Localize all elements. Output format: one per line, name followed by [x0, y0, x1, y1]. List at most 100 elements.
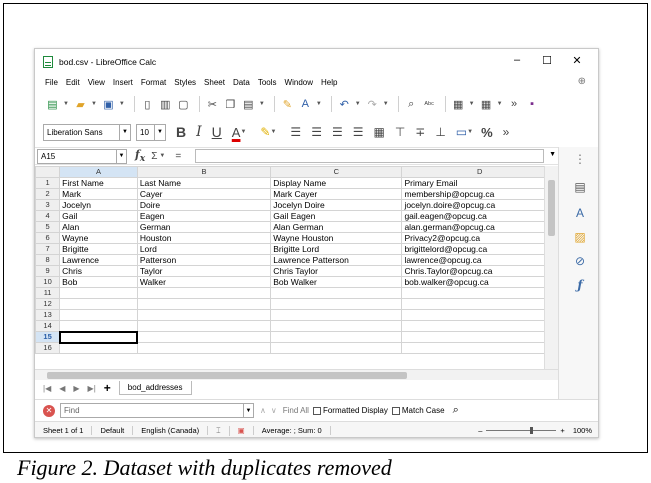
cell-a[interactable]: Brigitte [59, 243, 138, 255]
cell-a[interactable]: Gail [59, 210, 138, 222]
cell-d[interactable]: Chris.Taylor@opcug.ca [401, 265, 558, 277]
cell-b[interactable]: Last Name [136, 177, 272, 189]
chevron-down-icon[interactable]: ▼ [243, 404, 253, 417]
find-previous-icon[interactable]: ∧ [260, 406, 266, 415]
cell-b[interactable]: Lord [136, 243, 272, 255]
row-number[interactable]: 12 [35, 298, 61, 310]
undo-icon[interactable]: ↶ [337, 97, 352, 112]
zoom-in-button[interactable]: + [560, 426, 564, 435]
cell-c[interactable] [270, 309, 403, 321]
zoom-out-button[interactable]: – [478, 426, 482, 435]
row-icon[interactable]: ▦ [451, 97, 466, 112]
menu-format[interactable]: Format [141, 78, 166, 87]
cell-a[interactable] [59, 342, 138, 354]
prev-sheet-icon[interactable]: ◀ [59, 384, 65, 393]
row-number[interactable]: 1 [35, 177, 61, 189]
cell-b[interactable] [136, 287, 272, 299]
column-header-a[interactable]: A [59, 166, 138, 178]
cell-c[interactable] [270, 298, 403, 310]
cell-d[interactable] [401, 342, 558, 354]
match-case-checkbox[interactable] [391, 406, 400, 415]
row-number[interactable]: 3 [35, 199, 61, 211]
cut-icon[interactable]: ✂ [205, 97, 220, 112]
cell-d[interactable]: bob.walker@opcug.ca [401, 276, 558, 288]
vertical-scrollbar[interactable] [544, 166, 558, 369]
cell-a[interactable] [58, 330, 139, 344]
cell-a[interactable]: Mark [59, 188, 138, 200]
cell-b[interactable] [136, 331, 272, 343]
row-dropdown-icon[interactable]: ▼ [469, 101, 475, 107]
zoom-slider-knob[interactable] [530, 427, 534, 434]
add-sheet-button[interactable]: + [104, 381, 111, 395]
column-header-c[interactable]: C [270, 166, 403, 178]
formula-input[interactable] [195, 149, 544, 163]
number-format-dropdown-icon[interactable]: ▼ [467, 129, 473, 135]
cell-b[interactable] [136, 320, 272, 332]
cell-a[interactable]: Chris [59, 265, 138, 277]
globe-icon[interactable]: ⊕ [578, 76, 586, 87]
cell-b[interactable]: Houston [136, 232, 272, 244]
cell-a[interactable]: Jocelyn [59, 199, 138, 211]
cell-c[interactable]: Lawrence Patterson [270, 254, 403, 266]
menu-view[interactable]: View [88, 78, 105, 87]
row-number[interactable]: 16 [35, 342, 61, 354]
column-dropdown-icon[interactable]: ▼ [497, 101, 503, 107]
navigator-icon[interactable]: ⊘ [572, 253, 588, 269]
cell-b[interactable]: German [136, 221, 272, 233]
close-button[interactable]: ✕ [562, 54, 592, 67]
cell-c[interactable]: Gail Eagen [270, 210, 403, 222]
next-sheet-icon[interactable]: ▶ [73, 384, 79, 393]
copy-icon[interactable]: ❐ [223, 97, 238, 112]
cell-c[interactable]: Jocelyn Doire [270, 199, 403, 211]
align-top-icon[interactable]: ⊤ [395, 125, 405, 139]
highlight-dropdown-icon[interactable]: ▼ [270, 129, 276, 135]
cell-b[interactable]: Taylor [136, 265, 272, 277]
open-dropdown-icon[interactable]: ▼ [91, 101, 97, 107]
paste-icon[interactable]: ▤ [241, 97, 256, 112]
percent-button[interactable]: % [481, 125, 493, 140]
cell-a[interactable] [59, 298, 138, 310]
align-bottom-icon[interactable]: ⊥ [435, 125, 445, 139]
styles-icon[interactable]: A [572, 205, 588, 221]
highlight-icon[interactable]: ✎ [260, 125, 270, 139]
vertical-scroll-thumb[interactable] [548, 180, 555, 236]
cell-a[interactable]: Lawrence [59, 254, 138, 266]
cell-d[interactable]: brigittelord@opcug.ca [401, 243, 558, 255]
cell-d[interactable]: Primary Email [401, 177, 558, 189]
font-name-combo[interactable]: Liberation Sans ▼ [43, 123, 131, 141]
align-center-icon[interactable]: ☰ [311, 125, 322, 139]
cell-d[interactable]: alan.german@opcug.ca [401, 221, 558, 233]
cell-b[interactable]: Doire [136, 199, 272, 211]
cell-d[interactable]: gail.eagen@opcug.ca [401, 210, 558, 222]
open-icon[interactable]: ▰ [73, 97, 88, 112]
spreadsheet-grid[interactable]: A B C D 1 First Name Last Name Display Name… [35, 166, 558, 369]
first-sheet-icon[interactable]: |◀ [43, 384, 51, 393]
cell-c[interactable]: Wayne Houston [270, 232, 403, 244]
page-style[interactable]: Default [92, 426, 134, 435]
cell-b[interactable] [136, 298, 272, 310]
chevron-down-icon[interactable]: ▼ [154, 124, 165, 140]
cell-c[interactable] [270, 320, 403, 332]
chevron-down-icon[interactable]: ▼ [119, 124, 130, 140]
row-number[interactable]: 4 [35, 210, 61, 222]
sidebar-toggle-icon[interactable]: ▪ [525, 97, 540, 112]
menu-tools[interactable]: Tools [258, 78, 277, 87]
cell-d[interactable] [401, 331, 558, 343]
align-left-icon[interactable]: ☰ [290, 125, 301, 139]
formatted-display-checkbox[interactable] [312, 406, 321, 415]
row-number[interactable]: 7 [35, 243, 61, 255]
row-number[interactable]: 11 [35, 287, 61, 299]
menu-window[interactable]: Window [285, 78, 313, 87]
cell-d[interactable] [401, 287, 558, 299]
italic-button[interactable]: I [196, 124, 202, 140]
row-number[interactable]: 15 [35, 331, 61, 343]
last-sheet-icon[interactable]: ▶| [88, 384, 96, 393]
row-number[interactable]: 6 [35, 232, 61, 244]
insert-mode-icon[interactable]: ⌶ [208, 425, 230, 436]
number-format-icon[interactable]: ▭ [456, 125, 467, 139]
cell-c[interactable]: Brigitte Lord [270, 243, 403, 255]
menu-file[interactable]: File [45, 78, 58, 87]
sum-icon[interactable]: Σ [151, 151, 157, 162]
cell-d[interactable] [401, 320, 558, 332]
menu-data[interactable]: Data [233, 78, 250, 87]
